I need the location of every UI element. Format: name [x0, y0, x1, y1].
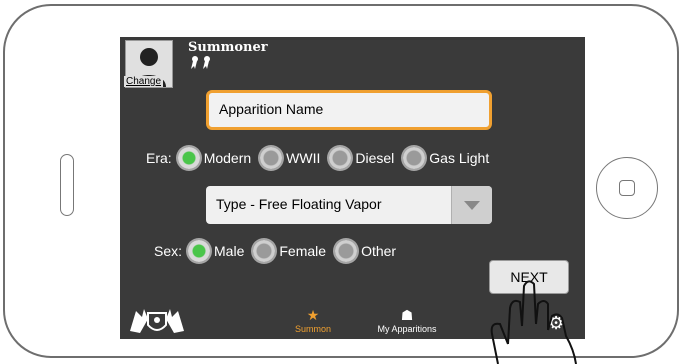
era-option-gaslight[interactable]: Gas Light: [403, 147, 489, 169]
home-button[interactable]: [596, 157, 658, 219]
radio[interactable]: [253, 240, 276, 262]
change-avatar-link[interactable]: Change: [124, 76, 164, 87]
tab-summon[interactable]: ★ Summon: [288, 307, 338, 334]
chevron-down-icon: [464, 201, 480, 210]
page-title: Summoner: [188, 40, 268, 55]
radio[interactable]: [403, 147, 426, 169]
star-icon: ★: [306, 307, 320, 323]
era-option-wwii[interactable]: WWII: [260, 147, 320, 169]
ghost-icon: ☗: [400, 307, 414, 323]
sex-label: Sex:: [154, 243, 183, 259]
type-select[interactable]: Type - Free Floating Vapor: [206, 186, 492, 224]
era-option-modern[interactable]: Modern: [177, 147, 251, 169]
era-label: Era:: [146, 150, 172, 166]
era-option-diesel[interactable]: Diesel: [329, 147, 394, 169]
apparition-name-input[interactable]: Apparition Name: [206, 90, 492, 130]
radio[interactable]: [329, 147, 352, 169]
radio-selected[interactable]: [177, 147, 200, 169]
hand-pointer-icon: [490, 280, 577, 364]
sex-option-other[interactable]: Other: [335, 240, 396, 262]
ribbon-icons: [190, 55, 218, 74]
radio-selected[interactable]: [188, 240, 211, 262]
dropdown-button[interactable]: [451, 186, 492, 224]
home-square-icon: [619, 180, 635, 196]
sex-option-male[interactable]: Male: [188, 240, 244, 262]
speaker-slot: [60, 154, 74, 216]
type-select-value: Type - Free Floating Vapor: [216, 196, 382, 212]
sex-row: Sex: Male Female Other: [154, 240, 405, 262]
tab-my-apparitions[interactable]: ☗ My Apparitions: [362, 307, 452, 334]
radio[interactable]: [260, 147, 283, 169]
era-row: Era: Modern WWII Diesel Gas Light: [146, 147, 498, 169]
radio[interactable]: [335, 240, 358, 262]
sex-option-female[interactable]: Female: [253, 240, 326, 262]
crest-logo-icon: [130, 309, 184, 333]
